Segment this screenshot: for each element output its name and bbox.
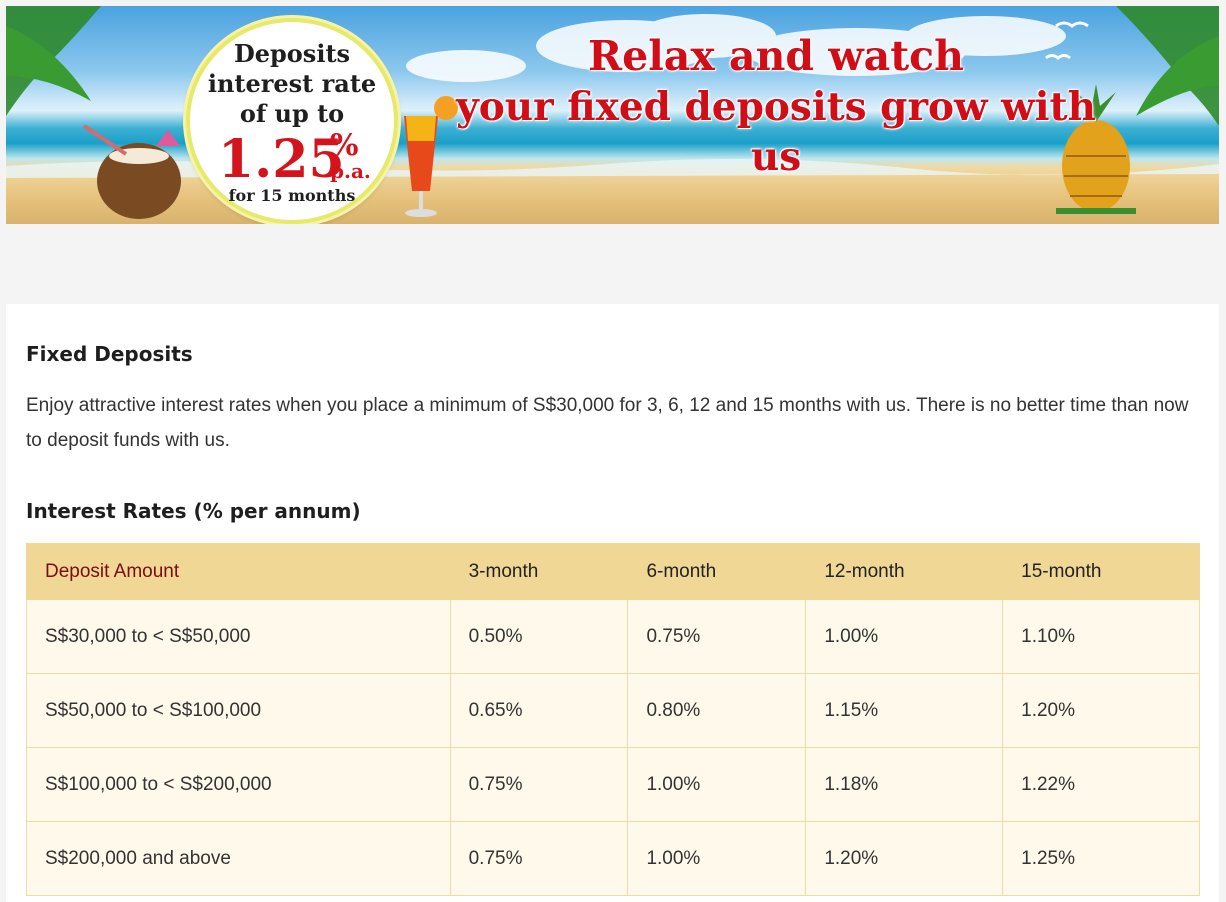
table-cell: 0.75%	[449, 821, 629, 896]
header-15-month: 15-month	[1002, 543, 1200, 600]
header-deposit-amount: Deposit Amount	[26, 543, 451, 600]
page-title: Fixed Deposits	[26, 342, 193, 366]
table-header-row: Deposit Amount 3-month 6-month 12-month …	[26, 543, 1200, 600]
interest-rates-table: Deposit Amount 3-month 6-month 12-month …	[26, 543, 1200, 896]
coconut-drink	[82, 124, 181, 219]
description-text: Enjoy attractive interest rates when you…	[26, 395, 1189, 451]
badge-pa: p.a.	[330, 159, 371, 183]
table-cell: S$50,000 to < S$100,000	[26, 673, 451, 748]
table-cell: 1.20%	[1002, 673, 1200, 748]
header-6-month: 6-month	[627, 543, 807, 600]
table-row: S$100,000 to < S$200,000 0.75% 1.00% 1.1…	[26, 747, 1200, 822]
table-cell: 0.75%	[627, 599, 807, 674]
badge-percent: %	[330, 128, 359, 163]
promo-banner: Deposits interest rate of up to 1.25 % p…	[6, 6, 1219, 224]
table-cell: 1.18%	[805, 747, 1004, 822]
table-cell: 1.10%	[1002, 599, 1200, 674]
fixed-deposits-card: Fixed Deposits Enjoy attractive interest…	[6, 304, 1219, 902]
headline-line-2: your fixed deposits grow with us	[456, 84, 1096, 180]
badge-rate: 1.25	[218, 129, 345, 190]
table-cell: 1.25%	[1002, 821, 1200, 896]
palm-leaves-right	[1116, 6, 1219, 126]
table-cell: 1.00%	[805, 599, 1004, 674]
table-cell: S$30,000 to < S$50,000	[26, 599, 451, 674]
palm-leaves-left	[6, 6, 101, 116]
table-cell: 1.00%	[627, 747, 807, 822]
badge-line-2: interest rate	[207, 69, 377, 98]
badge-line-1: Deposits	[233, 39, 351, 68]
table-cell: 1.20%	[805, 821, 1004, 896]
rate-badge: Deposits interest rate of up to 1.25 % p…	[186, 18, 398, 224]
table-row: S$50,000 to < S$100,000 0.65% 0.80% 1.15…	[26, 673, 1200, 748]
table-cell: 0.80%	[627, 673, 807, 748]
table-cell: 0.75%	[449, 747, 629, 822]
rates-title: Interest Rates (% per annum)	[26, 499, 361, 523]
table-row: S$30,000 to < S$50,000 0.50% 0.75% 1.00%…	[26, 599, 1200, 674]
banner-headline: Relax and watch your fixed deposits grow…	[426, 30, 1126, 182]
table-cell: S$200,000 and above	[26, 821, 451, 896]
header-12-month: 12-month	[805, 543, 1004, 600]
badge-term: for 15 months	[228, 186, 356, 205]
badge-line-3: of up to	[239, 99, 345, 128]
header-3-month: 3-month	[449, 543, 629, 600]
table-cell: 0.65%	[449, 673, 629, 748]
table-cell: 1.15%	[805, 673, 1004, 748]
table-row: S$200,000 and above 0.75% 1.00% 1.20% 1.…	[26, 821, 1200, 896]
table-cell: 1.00%	[627, 821, 807, 896]
table-cell: S$100,000 to < S$200,000	[26, 747, 451, 822]
headline-line-1: Relax and watch	[588, 32, 964, 80]
table-cell: 1.22%	[1002, 747, 1200, 822]
table-cell: 0.50%	[449, 599, 629, 674]
